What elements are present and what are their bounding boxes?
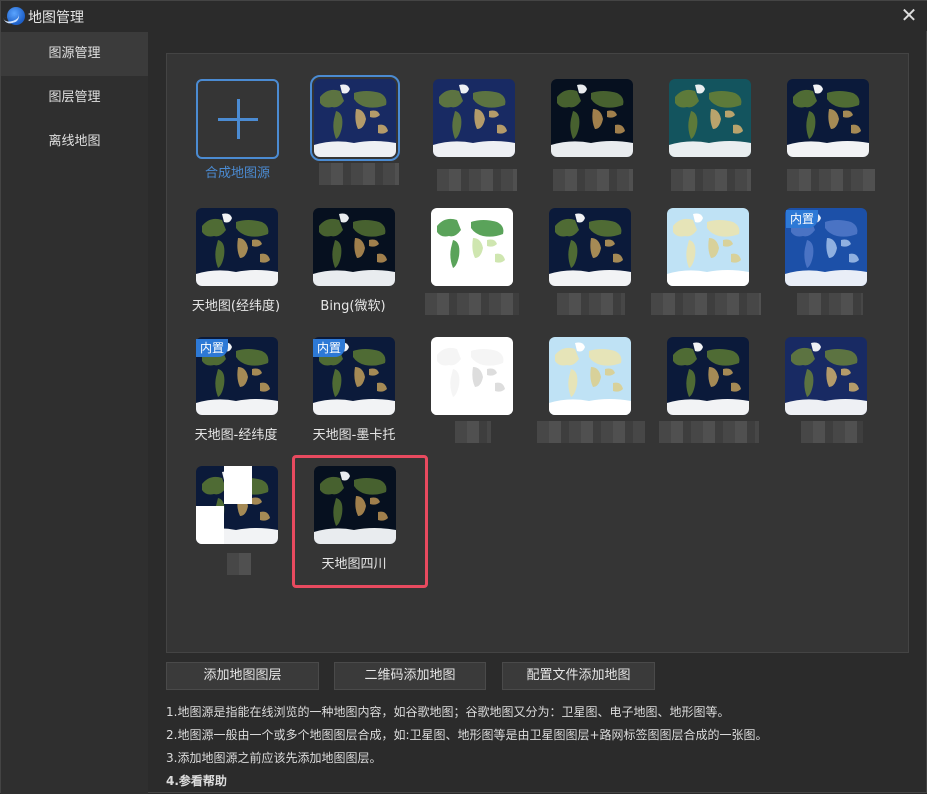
tile-label-tianditu-mercator-builtin: 天地图-墨卡托 — [312, 428, 396, 443]
note-line-3: 3.添加地图源之前应该先添加地图图层。 — [166, 751, 382, 765]
qr-add-map-button[interactable]: 二维码添加地图 — [334, 662, 486, 690]
builtin-badge: 内置 — [196, 339, 229, 357]
map-source-tile[interactable] — [787, 79, 869, 157]
tile-label-tianditu-latlon-builtin: 天地图-经纬度 — [194, 428, 278, 443]
map-source-tile[interactable] — [549, 208, 631, 286]
close-icon[interactable]: ✕ — [898, 4, 920, 26]
redacted-tile-label — [787, 169, 875, 191]
redacted-tile-label — [553, 169, 633, 191]
note-line-1: 1.地图源是指能在线浏览的一种地图内容，如谷歌地图；谷歌地图又分为：卫星图、电子… — [166, 705, 730, 719]
redacted-tile-label — [557, 293, 625, 315]
sidebar-item-map-layer[interactable]: 图层管理 — [1, 76, 148, 120]
map-source-tile[interactable] — [551, 79, 633, 157]
add-map-layer-button[interactable]: 添加地图图层 — [166, 662, 319, 690]
compose-map-source-label: 合成地图源 — [204, 166, 270, 181]
selection-highlight-box — [292, 455, 428, 588]
redacted-tile-label — [671, 169, 751, 191]
map-source-tile[interactable] — [431, 337, 513, 415]
map-source-tile[interactable] — [785, 337, 867, 415]
redacted-tile-label — [659, 421, 759, 443]
config-file-add-map-button[interactable]: 配置文件添加地图 — [502, 662, 655, 690]
map-source-tile[interactable] — [313, 208, 395, 286]
sidebar-item-map-source[interactable]: 图源管理 — [1, 32, 148, 76]
map-source-tile[interactable] — [669, 79, 751, 157]
redacted-tile-label — [227, 553, 251, 575]
redacted-tile-label — [651, 293, 761, 315]
note-line-2: 2.地图源一般由一个或多个地图图层合成，如:卫星图、地形图等是由卫星图图层+路网… — [166, 728, 768, 742]
help-link[interactable]: 4.参看帮助 — [166, 770, 768, 793]
redacted-tile-label — [319, 163, 399, 185]
help-notes: 1.地图源是指能在线浏览的一种地图内容，如谷歌地图；谷歌地图又分为：卫星图、电子… — [166, 701, 768, 793]
compose-map-source-button[interactable] — [196, 79, 279, 159]
redacted-tile-label — [455, 421, 491, 443]
titlebar: 地图管理 ✕ — [1, 1, 927, 31]
map-source-tile[interactable] — [667, 208, 749, 286]
map-source-tile[interactable] — [549, 337, 631, 415]
builtin-badge: 内置 — [786, 210, 819, 228]
redacted-tile-label — [797, 293, 863, 315]
window-title: 地图管理 — [28, 10, 84, 26]
sidebar-item-offline-map[interactable]: 离线地图 — [1, 120, 148, 164]
sidebar: 图源管理 图层管理 离线地图 — [1, 32, 148, 794]
map-source-tile[interactable] — [196, 466, 278, 544]
map-source-tile[interactable] — [433, 79, 515, 157]
map-source-tile[interactable] — [667, 337, 749, 415]
tile-label-tianditu-latlon: 天地图(经纬度) — [191, 299, 281, 314]
redacted-tile-label — [801, 421, 863, 443]
redacted-tile-label — [425, 293, 519, 315]
redacted-tile-label — [437, 169, 517, 191]
map-source-tile[interactable] — [196, 208, 278, 286]
map-source-tile[interactable] — [431, 208, 513, 286]
app-globe-icon — [7, 7, 25, 25]
tile-label-bing: Bing(微软) — [320, 299, 386, 314]
map-source-tile[interactable] — [310, 75, 400, 161]
redacted-tile-label — [537, 421, 645, 443]
builtin-badge: 内置 — [313, 339, 346, 357]
map-manager-window: 地图管理 ✕ 图源管理 图层管理 离线地图 合成地图源 天地图(经纬度) Bin… — [0, 0, 927, 794]
